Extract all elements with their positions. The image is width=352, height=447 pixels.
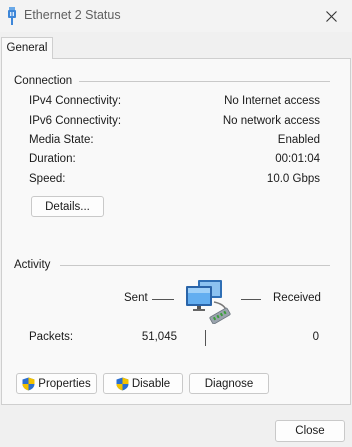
details-button[interactable]: Details... xyxy=(31,196,104,217)
packets-label: Packets: xyxy=(29,331,74,343)
received-label: Received xyxy=(273,292,321,304)
speed-value: 10.0 Gbps xyxy=(266,173,320,185)
connection-group-label: Connection xyxy=(14,75,73,87)
properties-button-label: Properties xyxy=(38,377,91,390)
network-adapter-icon xyxy=(8,7,16,25)
tab-general[interactable]: General xyxy=(1,37,53,59)
title-bar: Ethernet 2 Status xyxy=(0,0,352,32)
duration-value: 00:01:04 xyxy=(275,153,320,165)
general-panel xyxy=(1,58,351,405)
media-state-value: Enabled xyxy=(277,134,320,146)
sent-line xyxy=(152,299,174,300)
received-line xyxy=(241,299,261,300)
duration-label: Duration: xyxy=(29,153,76,165)
close-icon xyxy=(325,10,337,22)
packets-sent-value: 51,045 xyxy=(141,331,177,343)
speed-label: Speed: xyxy=(29,173,66,185)
packets-divider xyxy=(205,330,206,346)
window-title: Ethernet 2 Status xyxy=(24,8,121,22)
disable-button-label: Disable xyxy=(131,377,171,390)
activity-group-label: Activity xyxy=(14,259,51,271)
properties-button[interactable]: Properties xyxy=(16,373,97,394)
window-close-button[interactable] xyxy=(310,0,352,32)
close-button[interactable]: Close xyxy=(275,420,345,442)
diagnose-button[interactable]: Diagnose xyxy=(189,373,269,394)
ipv4-connectivity-value: No Internet access xyxy=(224,95,320,107)
ipv4-connectivity-label: IPv4 Connectivity: xyxy=(29,95,122,107)
network-computers-icon xyxy=(186,280,231,324)
uac-shield-icon xyxy=(22,377,35,390)
uac-shield-icon xyxy=(116,377,129,390)
ipv6-connectivity-value: No network access xyxy=(222,115,320,127)
activity-divider xyxy=(60,265,330,266)
ipv6-connectivity-label: IPv6 Connectivity: xyxy=(29,115,122,127)
connection-divider xyxy=(79,81,330,82)
disable-button[interactable]: Disable xyxy=(103,373,183,394)
media-state-label: Media State: xyxy=(29,134,94,146)
sent-label: Sent xyxy=(124,292,148,304)
packets-received-value: 0 xyxy=(312,331,319,343)
